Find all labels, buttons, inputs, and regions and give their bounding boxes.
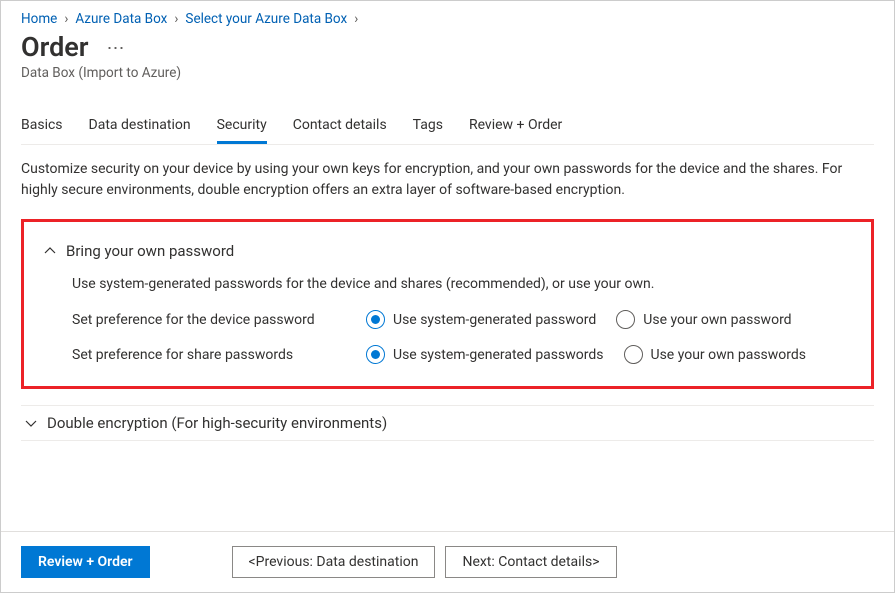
review-order-button[interactable]: Review + Order xyxy=(21,546,150,578)
chevron-right-icon: › xyxy=(64,11,68,27)
radio-icon xyxy=(366,345,385,364)
radio-icon xyxy=(366,310,385,329)
tab-security[interactable]: Security xyxy=(217,109,267,144)
tab-basics[interactable]: Basics xyxy=(21,109,63,144)
expander-double-encryption-title: Double encryption (For high-security env… xyxy=(47,414,387,432)
tabs: Basics Data destination Security Contact… xyxy=(21,109,874,145)
expander-bring-password-header[interactable]: Bring your own password xyxy=(40,236,855,266)
content-area: Home › Azure Data Box › Select your Azur… xyxy=(1,1,894,531)
radio-label: Use system-generated password xyxy=(393,312,596,328)
tab-data-destination[interactable]: Data destination xyxy=(89,109,191,144)
next-button[interactable]: Next: Contact details> xyxy=(445,546,616,578)
nav-button-group: <Previous: Data destination Next: Contac… xyxy=(232,546,627,578)
footer-bar: Review + Order <Previous: Data destinati… xyxy=(1,531,894,592)
share-passwords-row: Set preference for share passwords Use s… xyxy=(72,345,855,364)
chevron-right-icon: › xyxy=(174,11,178,27)
share-passwords-radioset: Use system-generated passwords Use your … xyxy=(366,345,826,364)
security-description: Customize security on your device by usi… xyxy=(21,159,874,201)
share-passwords-label: Set preference for share passwords xyxy=(72,347,366,363)
radio-icon xyxy=(616,310,635,329)
page-root: Home › Azure Data Box › Select your Azur… xyxy=(0,0,895,593)
title-row: Order ⋯ xyxy=(21,31,874,63)
device-password-label: Set preference for the device password xyxy=(72,312,366,328)
chevron-right-icon: › xyxy=(354,11,358,27)
tab-review-order[interactable]: Review + Order xyxy=(469,109,562,144)
breadcrumb-select-data-box[interactable]: Select your Azure Data Box xyxy=(185,11,347,27)
radio-share-system-generated[interactable]: Use system-generated passwords xyxy=(366,345,604,364)
tab-contact-details[interactable]: Contact details xyxy=(293,109,387,144)
expander-bring-password-title: Bring your own password xyxy=(66,242,234,260)
device-password-radioset: Use system-generated password Use your o… xyxy=(366,310,812,329)
page-title: Order xyxy=(21,31,89,63)
breadcrumb-home[interactable]: Home xyxy=(21,11,57,27)
device-password-row: Set preference for the device password U… xyxy=(72,310,855,329)
radio-label: Use your own passwords xyxy=(651,347,807,363)
bring-password-description: Use system-generated passwords for the d… xyxy=(72,276,855,292)
expander-double-encryption: Double encryption (For high-security env… xyxy=(21,405,874,441)
radio-label: Use your own password xyxy=(643,312,791,328)
breadcrumb-azure-data-box[interactable]: Azure Data Box xyxy=(75,11,167,27)
previous-button[interactable]: <Previous: Data destination xyxy=(232,546,436,578)
chevron-down-icon xyxy=(21,417,41,429)
expander-double-encryption-header[interactable]: Double encryption (For high-security env… xyxy=(21,408,874,438)
highlight-bring-your-own-password: Bring your own password Use system-gener… xyxy=(21,219,874,389)
radio-icon xyxy=(624,345,643,364)
radio-device-own-password[interactable]: Use your own password xyxy=(616,310,791,329)
expander-bring-password-body: Use system-generated passwords for the d… xyxy=(40,266,855,364)
page-subtitle: Data Box (Import to Azure) xyxy=(21,65,874,81)
chevron-up-icon xyxy=(40,245,60,257)
more-actions-button[interactable]: ⋯ xyxy=(107,36,125,58)
radio-share-own-passwords[interactable]: Use your own passwords xyxy=(624,345,807,364)
tab-tags[interactable]: Tags xyxy=(413,109,443,144)
radio-label: Use system-generated passwords xyxy=(393,347,604,363)
radio-device-system-generated[interactable]: Use system-generated password xyxy=(366,310,596,329)
breadcrumb: Home › Azure Data Box › Select your Azur… xyxy=(21,11,874,27)
